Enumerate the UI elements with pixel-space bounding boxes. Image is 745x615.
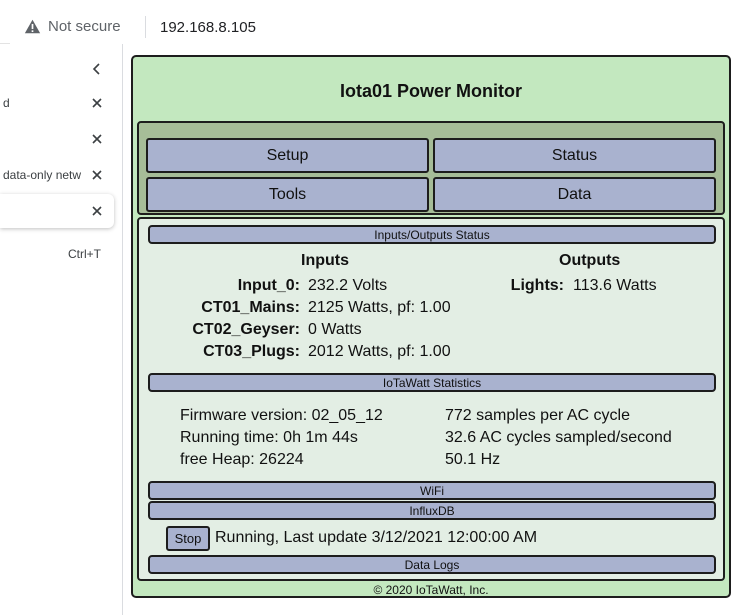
tab-sidebar: d data-only netw Ctrl+T <box>0 44 123 615</box>
stop-button[interactable]: Stop <box>166 526 210 551</box>
output-label: Lights: <box>510 277 564 294</box>
close-icon[interactable] <box>90 204 104 218</box>
sidebar-tab-active[interactable] <box>0 194 114 228</box>
input-label: CT01_Mains: <box>201 299 300 316</box>
chevron-left-icon[interactable] <box>90 62 104 76</box>
data-button[interactable]: Data <box>433 177 716 212</box>
influx-status: Running, Last update 3/12/2021 12:00:00 … <box>215 529 538 546</box>
main-nav: Setup Status Tools Data <box>137 121 725 215</box>
input-value: 2125 Watts, pf: 1.00 <box>308 299 451 316</box>
input-label: CT03_Plugs: <box>203 343 300 360</box>
outputs-title: Outputs <box>559 252 621 269</box>
security-indicator[interactable]: Not secure <box>24 18 121 35</box>
omnibox[interactable]: Not secure 192.168.8.105 <box>10 10 745 44</box>
sidebar-tab-label: d <box>3 96 10 110</box>
ac-frequency: 50.1 Hz <box>445 451 501 468</box>
close-icon[interactable] <box>90 96 104 110</box>
input-label: CT02_Geyser: <box>192 321 300 338</box>
inputs-title: Inputs <box>301 252 349 269</box>
sidebar-tab[interactable]: data-only netw <box>0 158 114 192</box>
input-label: Input_0: <box>237 277 300 294</box>
sidebar-tab-label: data-only netw <box>3 168 82 182</box>
free-heap: free Heap: 26224 <box>180 451 304 468</box>
input-value: 232.2 Volts <box>308 277 388 294</box>
wifi-header[interactable]: WiFi <box>148 481 716 500</box>
io-status-header[interactable]: Inputs/Outputs Status <box>148 225 716 244</box>
copyright-footer: © 2020 IoTaWatt, Inc. <box>373 583 489 597</box>
samples-per-cycle: 772 samples per AC cycle <box>445 407 630 424</box>
datalogs-header[interactable]: Data Logs <box>148 555 716 574</box>
running-time: Running time: 0h 1m 44s <box>180 429 358 446</box>
firmware-version: Firmware version: 02_05_12 <box>180 407 383 424</box>
new-tab-shortcut: Ctrl+T <box>68 247 101 261</box>
input-value: 2012 Watts, pf: 1.00 <box>308 343 451 360</box>
close-icon[interactable] <box>90 168 104 182</box>
influxdb-header[interactable]: InfluxDB <box>148 501 716 520</box>
input-value: 0 Watts <box>308 321 362 338</box>
url-text[interactable]: 192.168.8.105 <box>160 19 256 36</box>
address-divider <box>145 16 146 38</box>
status-button[interactable]: Status <box>433 138 716 173</box>
warning-icon <box>24 19 41 34</box>
iotawatt-panel: Iota01 Power Monitor Setup Status Tools … <box>131 55 731 598</box>
output-value: 113.6 Watts <box>573 277 657 294</box>
setup-button[interactable]: Setup <box>146 138 429 173</box>
page-title: Iota01 Power Monitor <box>339 81 523 101</box>
security-label: Not secure <box>48 18 121 35</box>
cycles-per-second: 32.6 AC cycles sampled/second <box>445 429 672 446</box>
statistics-header[interactable]: IoTaWatt Statistics <box>148 373 716 392</box>
sidebar-tab[interactable]: d <box>0 86 114 120</box>
close-icon[interactable] <box>90 132 104 146</box>
tools-button[interactable]: Tools <box>146 177 429 212</box>
browser-address-bar: Not secure 192.168.8.105 <box>0 0 745 44</box>
sidebar-tab[interactable] <box>0 122 114 156</box>
status-content: Inputs/Outputs Status Inputs Outputs Inp… <box>137 217 725 581</box>
